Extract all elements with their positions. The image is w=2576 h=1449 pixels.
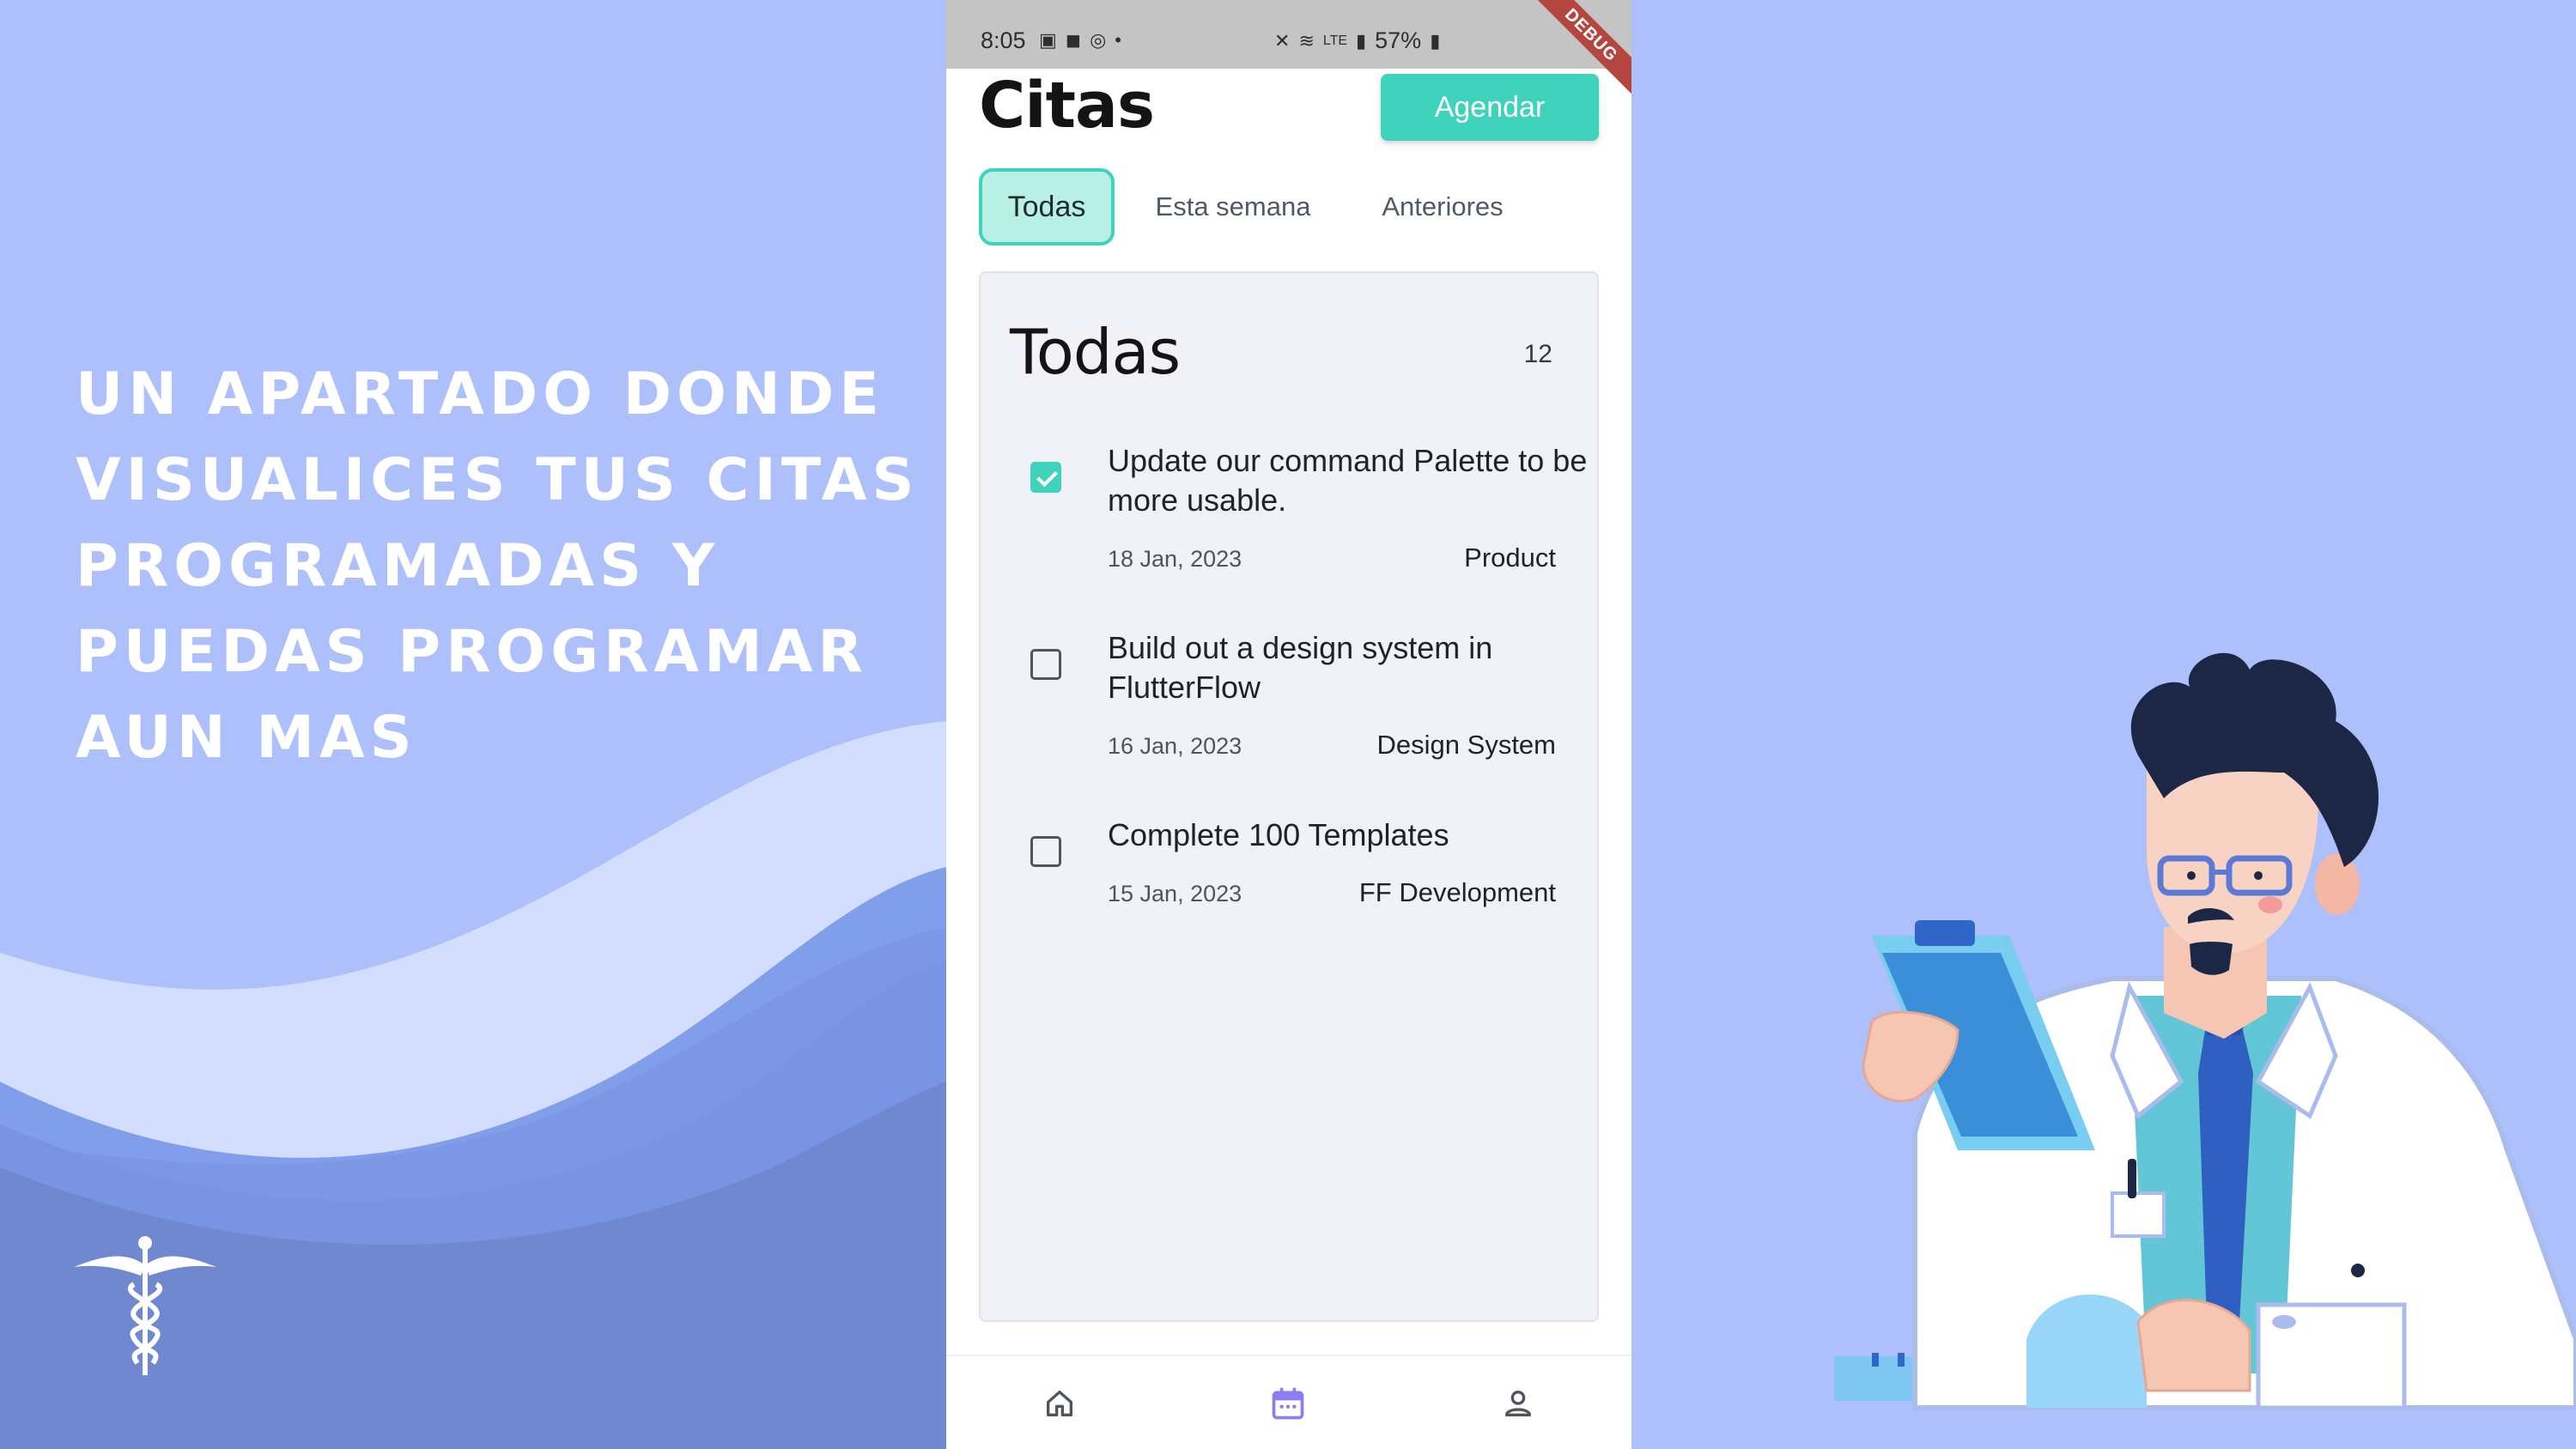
notification-icons: ▣ ◼ ◎ • <box>1039 29 1121 52</box>
user-icon <box>1505 1391 1531 1416</box>
dot-icon: • <box>1115 29 1121 51</box>
gallery-icon: ▣ <box>1039 29 1057 51</box>
phone-screen: 8:05 ▣ ◼ ◎ • ✕ ≋ LTE ▮ 57% ▮ DEBUG Citas… <box>946 0 1631 1449</box>
caduceus-icon <box>74 1236 216 1375</box>
filter-tabs: Todas Esta semana Anteriores <box>979 168 1614 246</box>
signal-icon: ▮ <box>1356 29 1367 52</box>
task-tag: FF Development <box>1358 877 1556 907</box>
task-date: 16 Jan, 2023 <box>1108 733 1242 759</box>
list-item[interactable]: Build out a design system in FlutterFlow… <box>981 628 1601 800</box>
illustration-panel <box>1631 0 2576 1449</box>
page-title: Citas <box>979 69 1155 142</box>
task-title: Update our command Palette to be more us… <box>1108 443 1588 518</box>
list-title: Todas <box>1010 316 1181 388</box>
task-date: 15 Jan, 2023 <box>1108 881 1242 906</box>
tab-previous[interactable]: Anteriores <box>1365 168 1520 246</box>
appointments-card: Todas 12 Update our command Palette to b… <box>979 271 1599 1322</box>
mute-icon: ✕ <box>1274 29 1291 52</box>
home-icon <box>1047 1391 1072 1416</box>
promo-headline: Un apartado donde visualices tus citas p… <box>76 361 920 772</box>
task-tag: Product <box>1464 543 1556 573</box>
battery-icon: ▮ <box>1430 29 1441 52</box>
battery-percent: 57% <box>1375 27 1422 53</box>
nav-home-button[interactable] <box>1034 1382 1085 1425</box>
doctor-illustration <box>1834 652 2576 1410</box>
wifi-icon: ≋ <box>1298 29 1315 52</box>
nav-profile-button[interactable] <box>1492 1382 1544 1425</box>
bottom-nav <box>946 1355 1631 1449</box>
calendar-icon <box>1272 1387 1304 1420</box>
promo-panel: Un apartado donde visualices tus citas p… <box>0 0 946 1449</box>
list-item[interactable]: Update our command Palette to be more us… <box>981 441 1601 613</box>
schedule-button[interactable]: Agendar <box>1381 74 1599 141</box>
tab-all[interactable]: Todas <box>979 168 1115 246</box>
tab-this-week[interactable]: Esta semana <box>1145 168 1321 246</box>
task-title: Build out a design system in FlutterFlow <box>1108 630 1493 705</box>
status-bar: 8:05 ▣ ◼ ◎ • ✕ ≋ LTE ▮ 57% ▮ DEBUG <box>946 0 1631 96</box>
task-date: 18 Jan, 2023 <box>1108 546 1242 572</box>
task-tag: Design System <box>1376 730 1556 760</box>
instagram-icon: ◎ <box>1090 29 1107 51</box>
task-checkbox[interactable] <box>1030 649 1061 680</box>
system-icons: ✕ ≋ LTE ▮ 57% ▮ <box>1274 27 1440 54</box>
task-title: Complete 100 Templates <box>1108 817 1449 852</box>
lte-icon: LTE <box>1322 33 1348 48</box>
list-item[interactable]: Complete 100 Templates 15 Jan, 2023 FF D… <box>981 815 1601 987</box>
status-time: 8:05 <box>981 27 1026 53</box>
bag-icon: ◼ <box>1065 29 1082 51</box>
nav-calendar-button[interactable] <box>1262 1382 1314 1425</box>
task-checkbox-checked[interactable] <box>1030 462 1061 493</box>
list-count: 12 <box>1523 340 1552 368</box>
task-checkbox[interactable] <box>1030 836 1061 867</box>
